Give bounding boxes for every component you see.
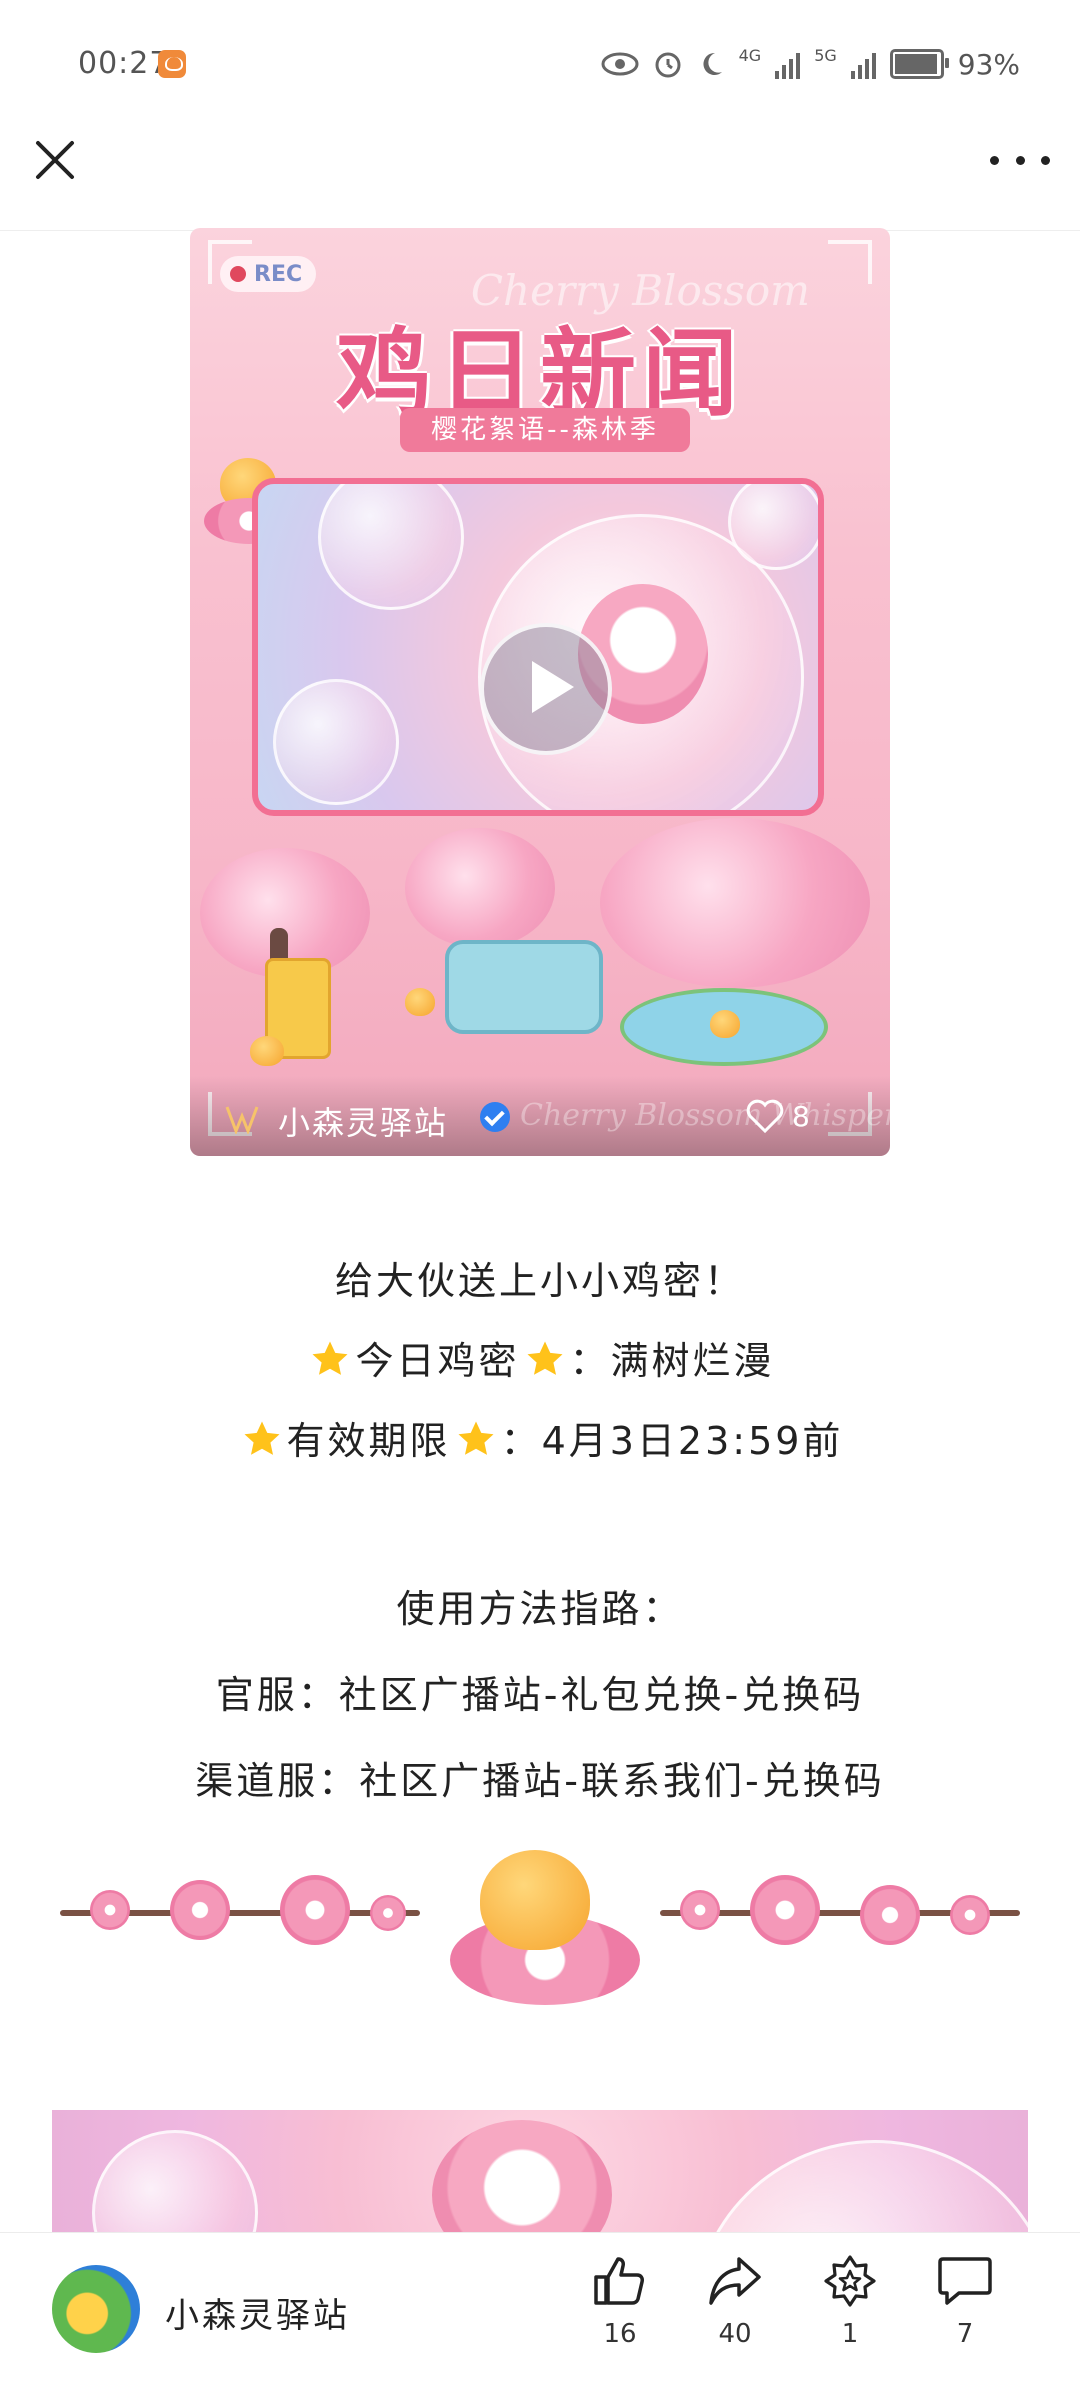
post-line-secret: 今日鸡密 ：满树烂漫 [0,1330,1080,1385]
blossom [950,1895,990,1935]
chick-mascot [710,1010,740,1038]
notification-app-icon [158,50,186,78]
cherry-tree [600,818,870,988]
secret-value: ：满树烂漫 [569,1339,775,1383]
verified-badge-icon [480,1102,510,1132]
video-like-count: 8 [792,1100,810,1133]
blossom [860,1885,920,1945]
star-icon [458,1421,494,1455]
post-line: 给大伙送上小小鸡密！ [334,1259,745,1303]
more-options-button[interactable] [990,135,1050,185]
comment-count: 7 [956,2319,974,2349]
top-bar [0,130,1080,231]
video-card-footer: 小森灵驿站 Cherry Blossom Whispers 8 [190,1076,890,1156]
bus-illustration [445,940,603,1034]
thumbs-up-icon [594,2257,644,2305]
author-name[interactable]: 小森灵驿站 [165,2288,350,2337]
usage-official: 官服：社区广播站-礼包兑换-兑换码 [215,1673,865,1717]
author-avatar[interactable] [52,2265,140,2353]
video-subtitle: 樱花絮语--森林季 [400,408,690,452]
rec-badge: REC [220,256,317,292]
rec-label: REC [254,261,303,287]
usage-channel: 渠道服：社区广播站-联系我们-兑换码 [195,1759,885,1803]
cherry-tree [405,828,555,948]
close-icon[interactable] [30,135,80,185]
bubble-decoration [318,484,464,610]
channel-logo-icon [225,1106,259,1134]
video-card[interactable]: REC Cherry Blossom 鸡日新闻 樱花絮语--森林季 小森灵驿站 … [190,228,890,1156]
expiry-value: ：4月3日23:59前 [500,1419,844,1463]
collect-button[interactable]: 1 [810,2255,890,2349]
usage-title: 使用方法指路： [396,1587,684,1631]
blossom [750,1875,820,1945]
blossom [680,1890,720,1930]
eye-icon [601,52,639,76]
blossom [370,1895,406,1931]
secret-label: 今日鸡密 [355,1339,520,1383]
alarm-icon [655,52,681,78]
heart-icon[interactable] [745,1098,785,1134]
signal-5g-icon [850,49,876,79]
battery-icon [889,49,949,79]
blossom [280,1875,350,1945]
cherry-blossom-divider [50,1840,1030,2020]
chick-mascot [250,1036,284,1066]
star-icon [244,1421,280,1455]
blossom [90,1890,130,1930]
chick-mascot [405,988,435,1016]
like-count: 16 [603,2319,637,2349]
bubble-decoration [273,679,399,805]
moon-icon [703,52,722,75]
share-button[interactable]: 40 [695,2255,775,2349]
network-5g-label: 5G [814,46,837,65]
share-icon [709,2257,761,2305]
like-button[interactable]: 16 [580,2255,660,2349]
footer-script-watermark: Cherry Blossom Whispers [520,1098,890,1133]
star-icon [312,1341,348,1375]
battery-level: 93% [957,47,1020,81]
comment-icon [938,2257,992,2305]
post-line-expiry: 有效期限 ：4月3日23:59前 [0,1410,1080,1465]
signal-4g-icon [775,49,801,79]
play-button[interactable] [480,623,612,755]
blossom [170,1880,230,1940]
star-badge-icon [824,2255,876,2307]
record-dot-icon [230,266,246,282]
network-4g-label: 4G [738,46,762,65]
star-icon [527,1341,562,1375]
status-time: 00:27 [78,46,170,81]
expiry-label: 有效期限 [286,1419,451,1463]
system-icons: 4G 5G 93% [601,44,1020,84]
frame-corner [828,240,872,284]
status-bar: 00:27 4G 5G 93% [0,0,1080,130]
chick-mascot [480,1850,590,1950]
share-count: 40 [718,2319,752,2349]
bubble-decoration [728,484,818,570]
bottom-action-bar [0,2232,1080,2389]
video-account-name[interactable]: 小森灵驿站 [278,1098,448,1144]
collect-count: 1 [841,2319,859,2349]
comment-button[interactable]: 7 [925,2255,1005,2349]
